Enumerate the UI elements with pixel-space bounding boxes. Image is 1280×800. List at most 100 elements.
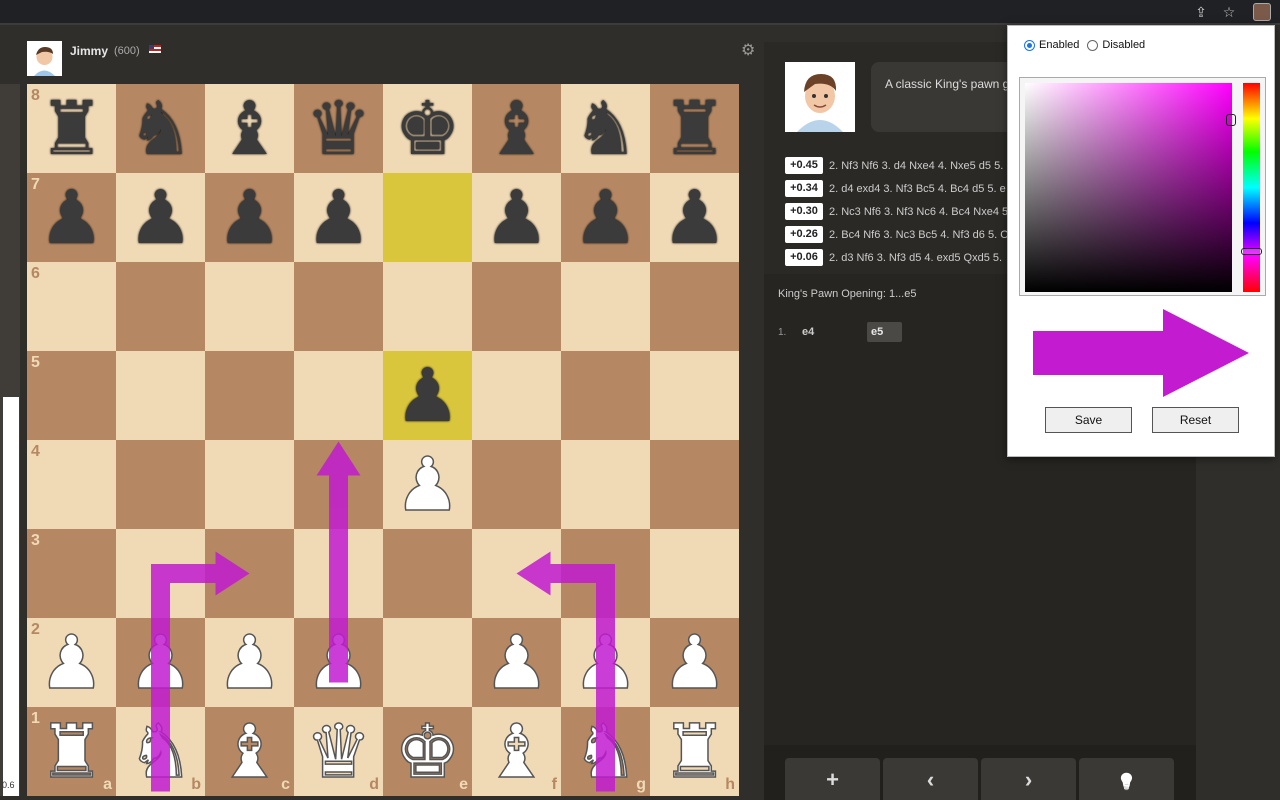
square-a4[interactable]: 4 [27, 440, 116, 529]
square-h2[interactable]: ♟ [650, 618, 739, 707]
square-g3[interactable] [561, 529, 650, 618]
bookmark-star-icon[interactable]: ☆ [1219, 2, 1239, 22]
square-c4[interactable] [205, 440, 294, 529]
hue-handle[interactable] [1241, 248, 1262, 255]
square-g1[interactable]: g ♞ [561, 707, 650, 796]
black-pawn-icon[interactable]: ♟ [38, 181, 104, 255]
square-g2[interactable]: ♟ [561, 618, 650, 707]
square-a1[interactable]: 1 a ♜ [27, 707, 116, 796]
share-icon[interactable]: ⇪ [1191, 2, 1211, 22]
square-g4[interactable] [561, 440, 650, 529]
square-f8[interactable]: ♝ [472, 84, 561, 173]
square-b3[interactable] [116, 529, 205, 618]
white-pawn-icon[interactable]: ♟ [572, 625, 640, 701]
square-a3[interactable]: 3 [27, 529, 116, 618]
white-king-icon[interactable]: ♚ [394, 714, 462, 790]
engine-line[interactable]: +0.06 2. d3 Nf6 3. Nf3 d5 4. exd5 Qxd5 5. [785, 248, 1010, 267]
square-e8[interactable]: ♚ [383, 84, 472, 173]
square-g8[interactable]: ♞ [561, 84, 650, 173]
square-d3[interactable] [294, 529, 383, 618]
save-button[interactable]: Save [1045, 407, 1132, 433]
chess-board[interactable]: 8 ♜ ♞ ♝ ♛ ♚ ♝ ♞ ♜ 7 ♟ ♟ ♟ ♟ ♟ ♟ ♟ 6 5 ♟ 4 ♟ 3 2 ♟ ♟ ♟ ♟ ♟ ♟ ♟ 1 a ♜ b ♞ c ♝ d ♛… [27, 84, 739, 796]
square-b4[interactable] [116, 440, 205, 529]
black-king-icon[interactable]: ♚ [394, 92, 460, 166]
square-f7[interactable]: ♟ [472, 173, 561, 262]
square-h1[interactable]: h ♜ [650, 707, 739, 796]
square-f4[interactable] [472, 440, 561, 529]
black-pawn-icon[interactable]: ♟ [572, 181, 638, 255]
square-e5[interactable]: ♟ [383, 351, 472, 440]
square-a7[interactable]: 7 ♟ [27, 173, 116, 262]
player-name[interactable]: Jimmy [70, 44, 108, 58]
square-c7[interactable]: ♟ [205, 173, 294, 262]
hue-slider[interactable] [1243, 83, 1260, 292]
black-pawn-icon[interactable]: ♟ [394, 359, 460, 433]
square-d5[interactable] [294, 351, 383, 440]
reset-button[interactable]: Reset [1152, 407, 1239, 433]
white-rook-icon[interactable]: ♜ [38, 714, 106, 790]
square-h4[interactable] [650, 440, 739, 529]
black-pawn-icon[interactable]: ♟ [305, 181, 371, 255]
square-c5[interactable] [205, 351, 294, 440]
black-rook-icon[interactable]: ♜ [38, 92, 104, 166]
player-avatar[interactable] [27, 41, 62, 76]
white-pawn-icon[interactable]: ♟ [394, 447, 462, 523]
square-f5[interactable] [472, 351, 561, 440]
square-g5[interactable] [561, 351, 650, 440]
white-knight-icon[interactable]: ♞ [127, 714, 195, 790]
white-rook-icon[interactable]: ♜ [661, 714, 729, 790]
square-e7[interactable] [383, 173, 472, 262]
add-button[interactable]: + [785, 758, 880, 800]
square-c3[interactable] [205, 529, 294, 618]
black-pawn-icon[interactable]: ♟ [216, 181, 282, 255]
black-knight-icon[interactable]: ♞ [127, 92, 193, 166]
square-h8[interactable]: ♜ [650, 84, 739, 173]
square-f1[interactable]: f ♝ [472, 707, 561, 796]
square-b2[interactable]: ♟ [116, 618, 205, 707]
square-d8[interactable]: ♛ [294, 84, 383, 173]
square-c6[interactable] [205, 262, 294, 351]
square-a8[interactable]: 8 ♜ [27, 84, 116, 173]
black-bishop-icon[interactable]: ♝ [216, 92, 282, 166]
engine-line[interactable]: +0.30 2. Nc3 Nf6 3. Nf3 Nc6 4. Bc4 Nxe4 5 [785, 202, 1010, 221]
white-pawn-icon[interactable]: ♟ [483, 625, 551, 701]
square-d7[interactable]: ♟ [294, 173, 383, 262]
square-b8[interactable]: ♞ [116, 84, 205, 173]
square-c1[interactable]: c ♝ [205, 707, 294, 796]
enabled-radio[interactable] [1024, 39, 1035, 51]
square-g6[interactable] [561, 262, 650, 351]
square-h7[interactable]: ♟ [650, 173, 739, 262]
square-a2[interactable]: 2 ♟ [27, 618, 116, 707]
square-e1[interactable]: e ♚ [383, 707, 472, 796]
square-f6[interactable] [472, 262, 561, 351]
square-b5[interactable] [116, 351, 205, 440]
white-pawn-icon[interactable]: ♟ [127, 625, 195, 701]
previous-button[interactable]: ‹ [883, 758, 978, 800]
enabled-label[interactable]: Enabled [1039, 39, 1079, 51]
gear-icon[interactable]: ⚙ [741, 40, 755, 60]
square-d4[interactable] [294, 440, 383, 529]
disabled-radio[interactable] [1087, 39, 1099, 51]
engine-line[interactable]: +0.26 2. Bc4 Nf6 3. Nc3 Bc5 4. Nf3 d6 5. … [785, 225, 1010, 244]
white-pawn-icon[interactable]: ♟ [216, 625, 284, 701]
white-bishop-icon[interactable]: ♝ [216, 714, 284, 790]
move-black[interactable]: e5 [867, 322, 902, 342]
square-d1[interactable]: d ♛ [294, 707, 383, 796]
square-e4[interactable]: ♟ [383, 440, 472, 529]
next-button[interactable]: › [981, 758, 1076, 800]
extension-icon[interactable] [1253, 3, 1271, 21]
black-queen-icon[interactable]: ♛ [305, 92, 371, 166]
white-pawn-icon[interactable]: ♟ [38, 625, 106, 701]
engine-line[interactable]: +0.45 2. Nf3 Nf6 3. d4 Nxe4 4. Nxe5 d5 5. [785, 156, 1010, 175]
white-knight-icon[interactable]: ♞ [572, 714, 640, 790]
square-e3[interactable] [383, 529, 472, 618]
white-queen-icon[interactable]: ♛ [305, 714, 373, 790]
square-e2[interactable] [383, 618, 472, 707]
square-c2[interactable]: ♟ [205, 618, 294, 707]
square-d2[interactable]: ♟ [294, 618, 383, 707]
black-bishop-icon[interactable]: ♝ [483, 92, 549, 166]
square-f2[interactable]: ♟ [472, 618, 561, 707]
square-f3[interactable] [472, 529, 561, 618]
square-e6[interactable] [383, 262, 472, 351]
square-h3[interactable] [650, 529, 739, 618]
